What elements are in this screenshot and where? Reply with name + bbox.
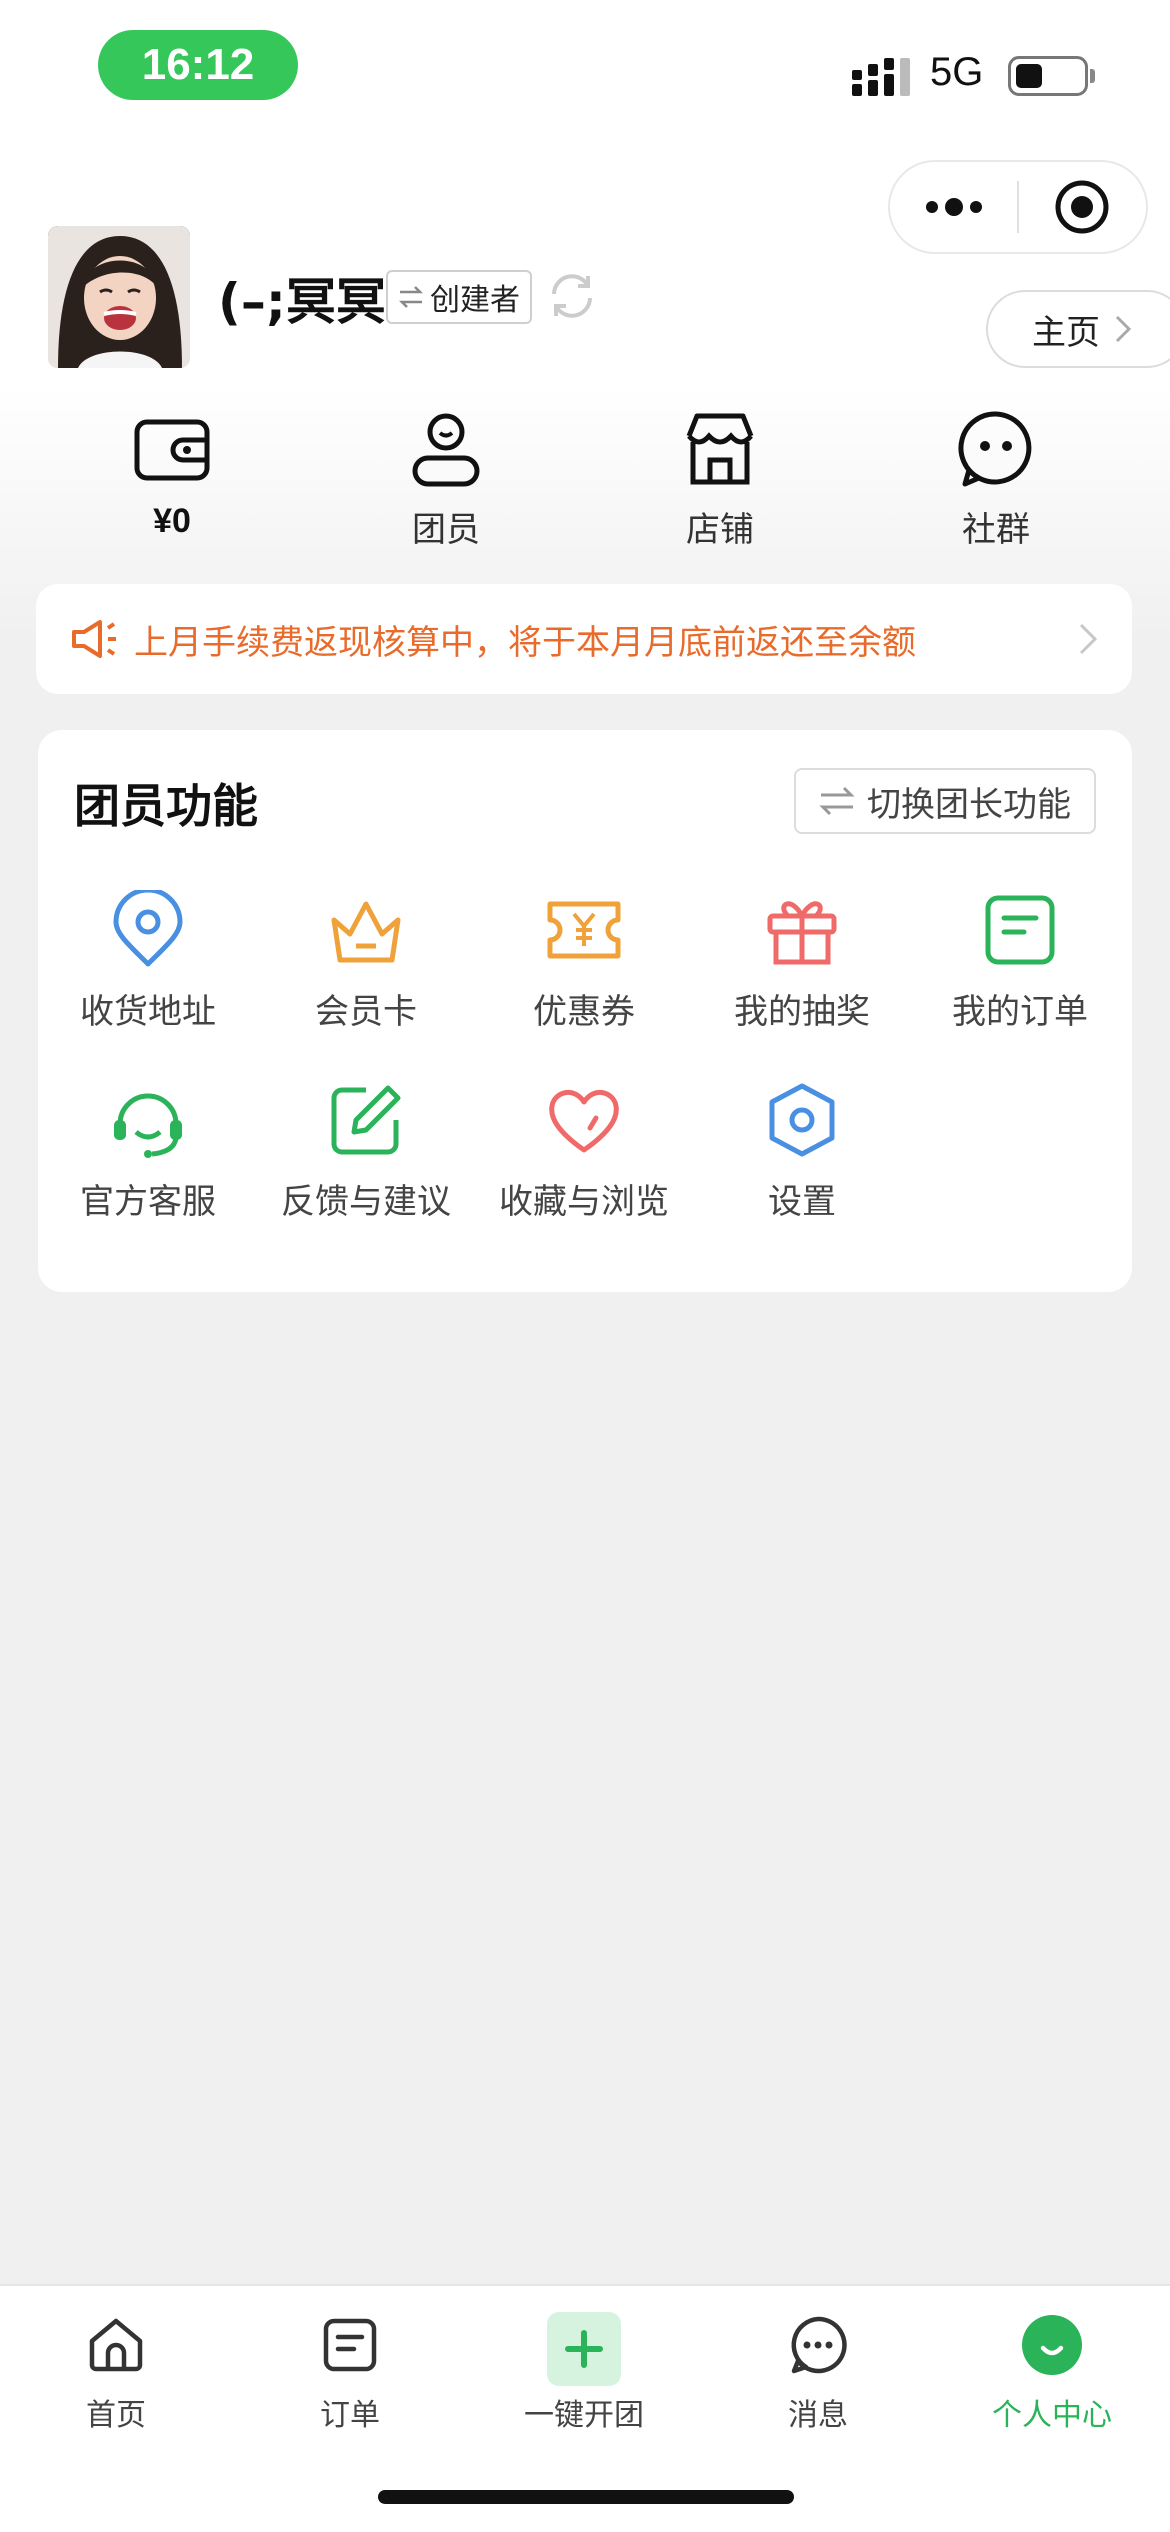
target-close-icon: [1055, 180, 1109, 234]
order-icon: [985, 895, 1055, 965]
status-time: 16:12: [98, 30, 298, 100]
tab-home[interactable]: 首页: [6, 2312, 226, 2442]
switch-leader-label: 切换团长功能: [867, 784, 1071, 825]
chat-bubble-icon: [958, 411, 1032, 487]
more-button[interactable]: [890, 160, 1017, 254]
order-icon: [323, 2318, 377, 2372]
gift-icon: [767, 901, 837, 965]
func-feedback[interactable]: 反馈与建议: [266, 1080, 466, 1240]
tab-label: 消息: [788, 2398, 848, 2433]
plus-icon: [565, 2330, 603, 2368]
wallet-entry[interactable]: ¥0: [72, 408, 272, 558]
tab-label: 订单: [320, 2398, 380, 2433]
func-label: 我的抽奖: [734, 992, 870, 1032]
func-label: 优惠券: [533, 992, 635, 1032]
func-label: 收货地址: [80, 992, 216, 1032]
tab-label: 一键开团: [524, 2398, 644, 2433]
member-functions-card: 团员功能 切换团长功能 收货地址 会员卡 优惠券 我的抽奖 我的订单 官方客服 …: [38, 730, 1132, 1292]
tab-label: 首页: [86, 2398, 146, 2433]
func-label: 收藏与浏览: [499, 1182, 669, 1222]
message-icon: [791, 2316, 847, 2374]
notice-text: 上月手续费返现核算中，将于本月月底前返还至余额: [134, 622, 916, 663]
func-favorites-history[interactable]: 收藏与浏览: [484, 1080, 684, 1240]
community-entry[interactable]: 社群: [896, 408, 1096, 558]
wallet-balance: ¥0: [153, 502, 191, 540]
network-type: 5G: [930, 50, 984, 94]
members-label: 团员: [412, 510, 480, 550]
heart-icon: [549, 1090, 619, 1153]
tab-start-group[interactable]: 一键开团: [474, 2312, 694, 2442]
func-label: 官方客服: [80, 1182, 216, 1222]
func-membership-card[interactable]: 会员卡: [266, 890, 466, 1050]
func-label: 反馈与建议: [281, 1182, 451, 1222]
tab-orders[interactable]: 订单: [240, 2312, 460, 2442]
card-title: 团员功能: [74, 779, 258, 833]
chevron-right-icon: [1115, 315, 1132, 343]
role-switch-tag[interactable]: 创建者: [386, 270, 532, 324]
more-dots-icon: [925, 198, 982, 216]
notice-banner[interactable]: 上月手续费返现核算中，将于本月月底前返还至余额: [36, 584, 1132, 694]
tab-messages[interactable]: 消息: [708, 2312, 928, 2442]
func-settings[interactable]: 设置: [702, 1080, 902, 1240]
members-entry[interactable]: 团员: [346, 408, 546, 558]
func-my-lottery[interactable]: 我的抽奖: [702, 890, 902, 1050]
avatar-image: [48, 226, 190, 368]
wallet-icon: [134, 419, 210, 481]
username: (–;冥冥: [218, 273, 386, 331]
tab-label: 个人中心: [992, 2398, 1112, 2433]
avatar[interactable]: [48, 226, 190, 368]
settings-hexagon-icon: [769, 1083, 835, 1157]
battery-tip: [1090, 69, 1095, 83]
megaphone-icon: [72, 620, 116, 658]
edit-icon: [331, 1085, 401, 1155]
community-label: 社群: [962, 510, 1030, 550]
tab-profile[interactable]: 个人中心: [942, 2312, 1162, 2442]
func-customer-service[interactable]: 官方客服: [48, 1080, 248, 1240]
store-entry[interactable]: 店铺: [620, 408, 820, 558]
switch-leader-button[interactable]: 切换团长功能: [794, 768, 1096, 834]
miniprogram-capsule: [888, 160, 1148, 254]
homepage-button[interactable]: 主页: [986, 290, 1170, 368]
person-icon: [412, 413, 480, 487]
store-label: 店铺: [686, 510, 754, 550]
func-shipping-address[interactable]: 收货地址: [48, 890, 248, 1050]
role-label: 创建者: [430, 283, 520, 318]
func-my-orders[interactable]: 我的订单: [920, 890, 1120, 1050]
battery-icon: [1008, 56, 1088, 96]
homepage-label: 主页: [1032, 312, 1100, 353]
signal-icon: [852, 58, 910, 96]
func-label: 设置: [768, 1182, 836, 1222]
crown-icon: [331, 901, 401, 963]
home-indicator: [378, 2490, 794, 2504]
func-coupons[interactable]: 优惠券: [484, 890, 684, 1050]
profile-smile-icon: [1022, 2315, 1082, 2375]
home-icon: [89, 2318, 143, 2372]
location-pin-icon: [113, 890, 183, 967]
swap-arrows-icon: [398, 286, 424, 308]
close-miniprogram-button[interactable]: [1019, 160, 1146, 254]
coupon-icon: [547, 901, 621, 959]
status-bar: 16:12 5G: [0, 0, 1170, 140]
headset-icon: [114, 1093, 182, 1158]
refresh-icon[interactable]: [544, 268, 600, 324]
chevron-right-icon: [1079, 623, 1098, 655]
swap-arrows-icon: [819, 786, 855, 816]
func-label: 会员卡: [315, 992, 417, 1032]
store-icon: [686, 413, 754, 485]
func-label: 我的订单: [952, 992, 1088, 1032]
